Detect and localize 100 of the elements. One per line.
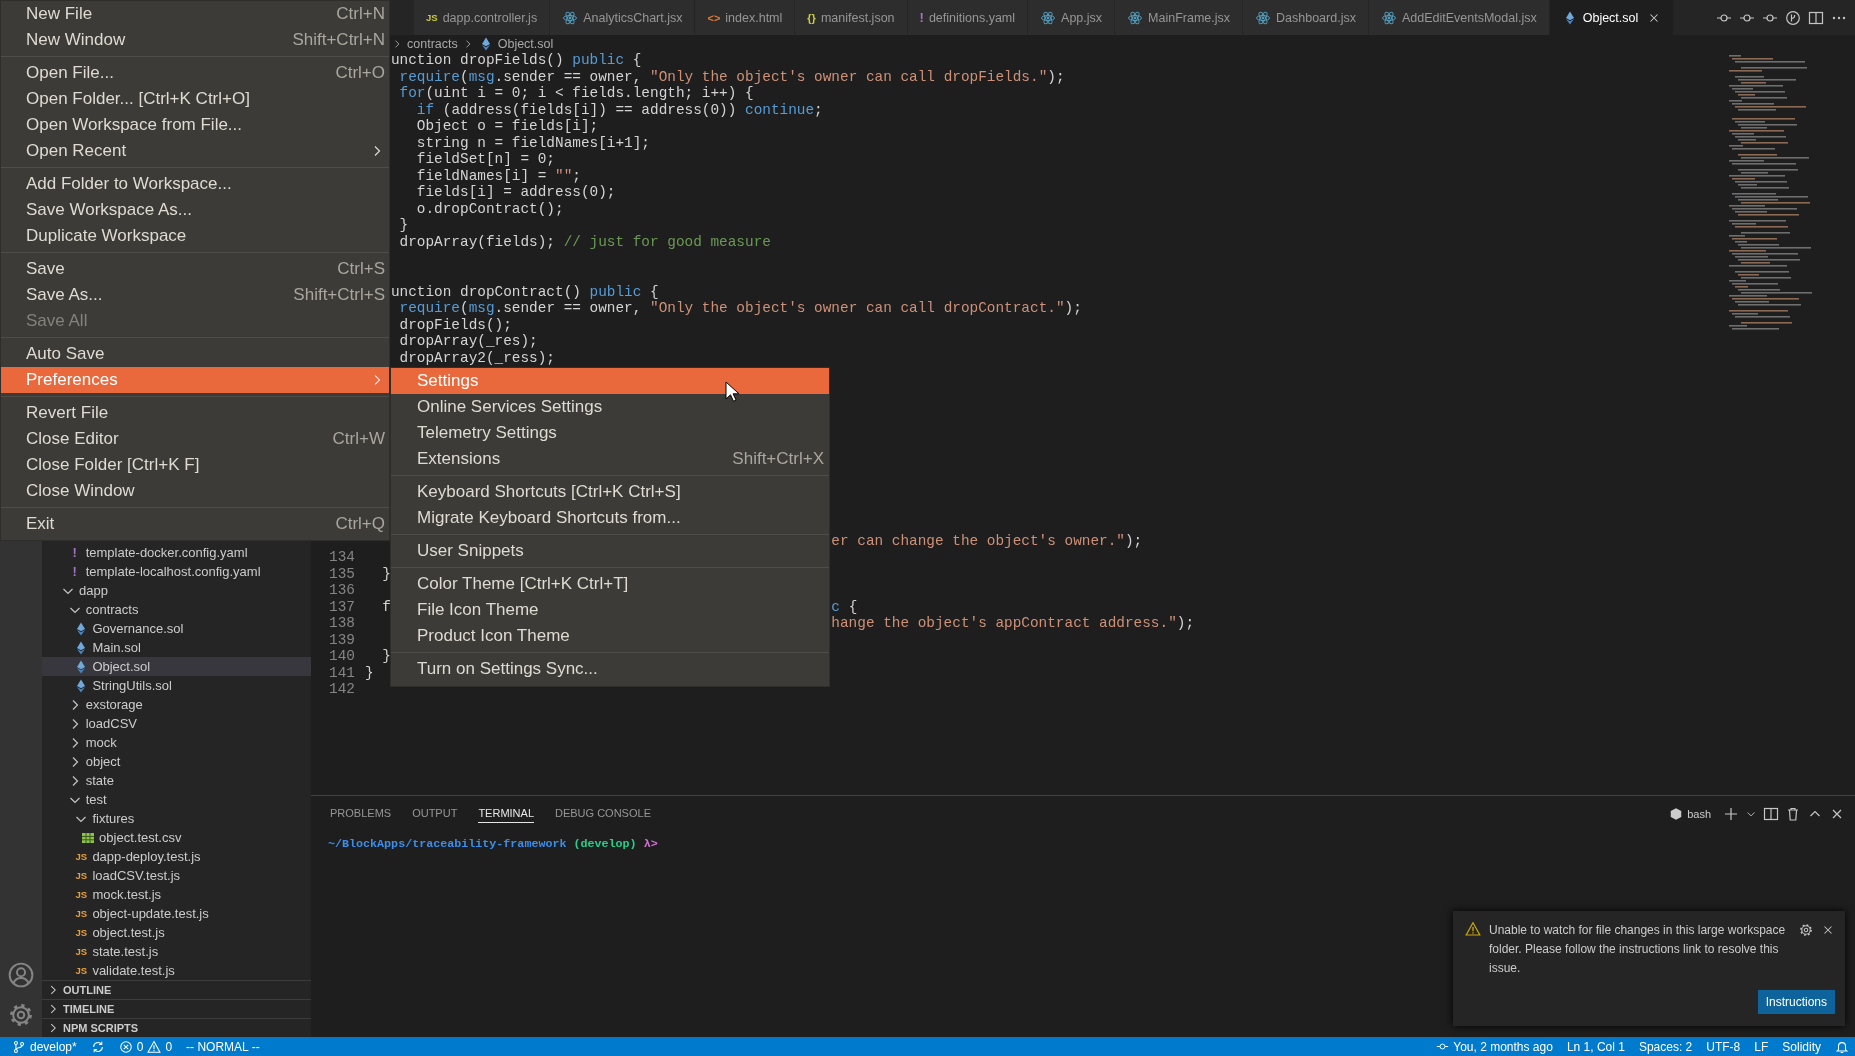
tree-item[interactable]: object [42, 752, 311, 771]
menu-item[interactable]: Revert File [1, 400, 389, 426]
section-header[interactable]: TIMELINE [42, 999, 311, 1018]
status-item[interactable]: Ln 1, Col 1 [1566, 1039, 1625, 1054]
tree-item[interactable]: JS mock.test.js [42, 885, 311, 904]
tree-item[interactable]: Main.sol [42, 638, 311, 657]
editor-tab[interactable]: MainFrame.jsx [1115, 0, 1243, 35]
branch-status[interactable]: develop* [12, 1039, 77, 1054]
tree-item[interactable]: ! template-docker.config.yaml [42, 543, 311, 562]
atom-icon [1040, 9, 1057, 26]
sync-icon[interactable] [90, 1039, 105, 1054]
menu-item[interactable]: Migrate Keyboard Shortcuts from... [391, 505, 829, 531]
menu-item[interactable]: Close Folder [Ctrl+K F] [1, 452, 389, 478]
status-item[interactable]: UTF-8 [1706, 1039, 1741, 1054]
code-text: } [365, 664, 374, 681]
menu-item[interactable]: File Icon Theme [391, 597, 829, 623]
tree-item[interactable]: Object.sol [42, 657, 311, 676]
menu-item[interactable]: Product Icon Theme [391, 623, 829, 649]
tree-item[interactable]: dapp [42, 581, 311, 600]
warning-icon [147, 1039, 162, 1054]
editor-tab[interactable]: AddEditEventsModal.jsx [1368, 0, 1550, 35]
menu-item[interactable]: Close Window [1, 478, 389, 504]
code-text: Object o = fields[i]; [416, 118, 599, 135]
editor-tab[interactable]: JS dapp.controller.js [414, 0, 551, 35]
terminal-selector[interactable]: bash [1669, 806, 1711, 821]
menu-item[interactable]: Add Folder to Workspace... [1, 171, 389, 197]
tree-item[interactable]: exstorage [42, 695, 311, 714]
editor-tab[interactable]: Dashboard.jsx [1243, 0, 1369, 35]
settings-icon[interactable] [1799, 923, 1813, 937]
editor-tab[interactable]: ! definitions.yaml [907, 0, 1029, 35]
status-item[interactable]: LF [1754, 1039, 1769, 1054]
menu-item[interactable]: Exit Ctrl+Q [1, 511, 389, 537]
tree-item[interactable]: ! template-localhost.config.yaml [42, 562, 311, 581]
tree-item[interactable]: StringUtils.sol [42, 676, 311, 695]
breadcrumb-item[interactable]: Object.sol [477, 35, 554, 52]
panel-tab[interactable]: OUTPUT [412, 804, 458, 823]
split-editor-icon[interactable] [1808, 9, 1824, 26]
tree-item[interactable]: JS loadCSV.test.js [42, 866, 311, 885]
menu-item[interactable]: Open Workspace from File... [1, 112, 389, 138]
tree-item[interactable]: JS dapp-deploy.test.js [42, 847, 311, 866]
tree-item[interactable]: test [42, 790, 311, 809]
status-item[interactable]: Spaces: 2 [1638, 1039, 1693, 1054]
account-icon[interactable] [8, 962, 34, 988]
menu-item[interactable]: Open File... Ctrl+O [1, 60, 389, 86]
js-icon: JS [75, 943, 88, 960]
menu-item[interactable]: Save As... Shift+Ctrl+S [1, 282, 389, 308]
status-item[interactable]: Solidity [1782, 1039, 1821, 1054]
code-text: } [382, 648, 391, 665]
tree-item[interactable]: JS object.test.js [42, 923, 311, 942]
tree-item[interactable]: object.test.csv [42, 828, 311, 847]
editor-tab[interactable]: App.jsx [1028, 0, 1116, 35]
line-number: 142 [329, 681, 355, 698]
line-number: 139 [329, 631, 355, 648]
code-text: dropArray(fields); // just for good measure [399, 234, 771, 250]
trash-icon[interactable] [1785, 805, 1801, 822]
tree-item[interactable]: Governance.sol [42, 619, 311, 638]
tree-item[interactable]: JS object-update.test.js [42, 904, 311, 923]
menu-item[interactable]: Extensions Shift+Ctrl+X [391, 446, 829, 472]
circled-branch-icon[interactable] [1785, 9, 1801, 26]
menu-item[interactable]: New Window Shift+Ctrl+N [1, 27, 389, 53]
tree-item[interactable]: loadCSV [42, 714, 311, 733]
editor-tab[interactable]: {} manifest.json [795, 0, 908, 35]
menu-item[interactable]: Telemetry Settings [391, 420, 829, 446]
menu-item[interactable]: Auto Save [1, 341, 389, 367]
tree-item[interactable]: JS validate.test.js [42, 961, 311, 980]
section-header[interactable]: OUTLINE [42, 980, 311, 999]
menu-item[interactable]: Color Theme [Ctrl+K Ctrl+T] [391, 571, 829, 597]
menu-item[interactable]: Turn on Settings Sync... [391, 656, 829, 682]
split-icon[interactable] [1763, 805, 1779, 822]
problems-status[interactable]: 0 0 [118, 1039, 173, 1054]
tree-item[interactable]: fixtures [42, 809, 311, 828]
plus-icon[interactable] [1723, 805, 1739, 822]
breadcrumb-item[interactable]: contracts [407, 36, 458, 51]
menu-item[interactable]: Duplicate Workspace [1, 223, 389, 249]
editor-tab[interactable]: Object.sol [1549, 0, 1675, 35]
menu-item[interactable]: Save Ctrl+S [1, 256, 389, 282]
menu-item[interactable]: Online Services Settings [391, 394, 829, 420]
menu-item[interactable]: Open Folder... [Ctrl+K Ctrl+O] [1, 86, 389, 112]
editor-tab[interactable]: <> index.html [695, 0, 796, 35]
tree-item[interactable]: JS state.test.js [42, 942, 311, 961]
panel-tab[interactable]: DEBUG CONSOLE [555, 804, 651, 823]
tree-item[interactable]: contracts [42, 600, 311, 619]
js-icon: JS [75, 905, 88, 922]
menu-item[interactable]: Keyboard Shortcuts [Ctrl+K Ctrl+S] [391, 479, 829, 505]
menu-item[interactable]: Save Workspace As... [1, 197, 389, 223]
panel-tab[interactable]: PROBLEMS [330, 804, 392, 823]
editor-tab[interactable]: AnalyticsChart.jsx [550, 0, 696, 35]
status-item[interactable]: -- NORMAL -- [186, 1039, 260, 1054]
atom-icon [1255, 9, 1271, 26]
panel-tab[interactable]: TERMINAL [478, 804, 534, 823]
instructions-button[interactable]: Instructions [1757, 990, 1835, 1014]
menu-item[interactable]: New File Ctrl+N [1, 1, 389, 27]
menu-item[interactable]: User Snippets [391, 538, 829, 564]
bell-icon[interactable] [1835, 1039, 1849, 1054]
tree-item[interactable]: state [42, 771, 311, 790]
tree-item[interactable]: mock [42, 733, 311, 752]
keyboard-shortcut: Shift+Ctrl+N [292, 30, 385, 50]
menu-item[interactable]: Open Recent [1, 138, 389, 164]
menu-item[interactable]: Close Editor Ctrl+W [1, 426, 389, 452]
blame-status[interactable]: You, 2 months ago [1436, 1039, 1553, 1054]
